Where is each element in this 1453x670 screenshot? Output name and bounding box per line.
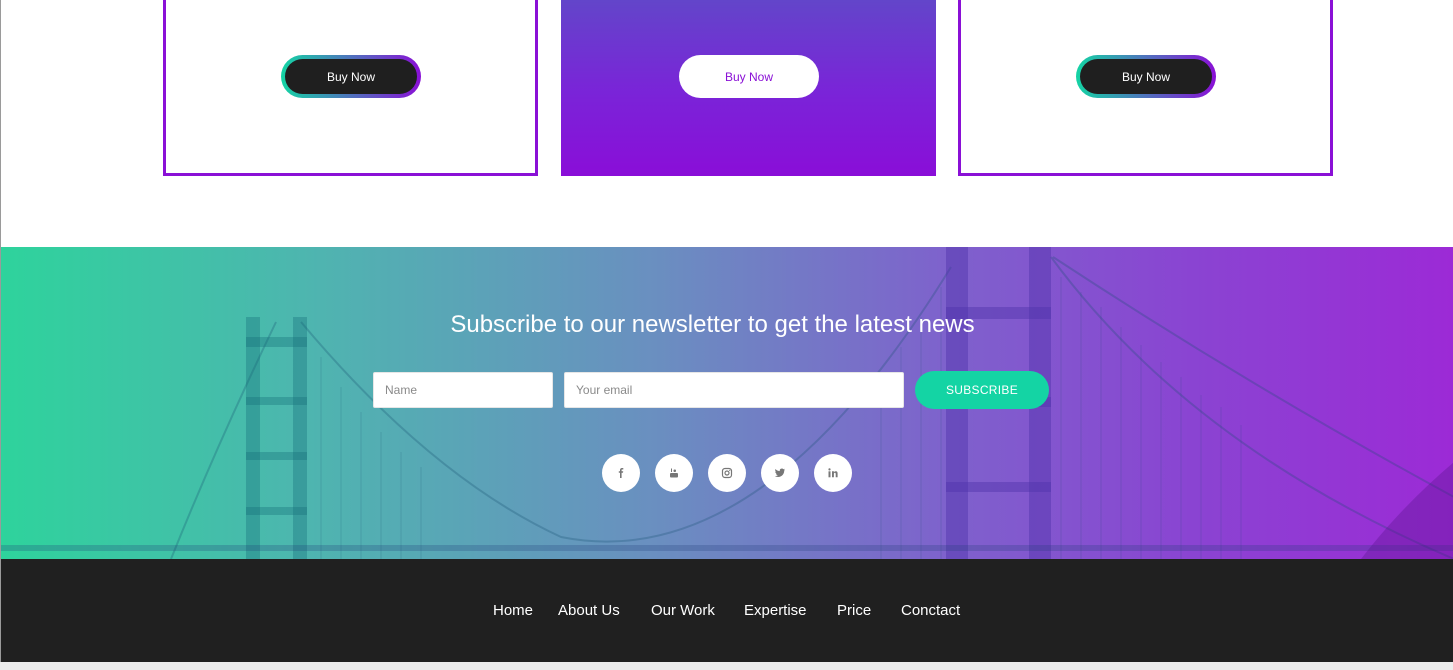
- page: Buy Now Buy Now Buy Now Subscribe to our…: [0, 0, 1453, 662]
- buy-now-button-1[interactable]: Buy Now: [285, 59, 417, 94]
- buy-now-button-3-border: Buy Now: [1076, 55, 1216, 98]
- pricing-card-1: Buy Now: [163, 0, 538, 176]
- pricing-section: Buy Now Buy Now Buy Now: [1, 0, 1453, 247]
- twitter-icon: [774, 468, 785, 477]
- newsletter-section: Subscribe to our newsletter to get the l…: [1, 247, 1453, 559]
- footer-link-our-work[interactable]: Our Work: [651, 602, 715, 619]
- facebook-icon: [618, 468, 624, 478]
- subscribe-button[interactable]: SUBSCRIBE: [915, 371, 1049, 409]
- name-input[interactable]: [373, 372, 553, 408]
- pricing-card-2-featured: Buy Now: [561, 0, 936, 176]
- linkedin-link[interactable]: [814, 454, 852, 492]
- linkedin-icon: [828, 468, 838, 478]
- twitter-link[interactable]: [761, 454, 799, 492]
- facebook-link[interactable]: [602, 454, 640, 492]
- email-input[interactable]: [564, 372, 904, 408]
- youtube-icon: [670, 468, 678, 478]
- buy-now-button-1-border: Buy Now: [281, 55, 421, 98]
- footer-link-price[interactable]: Price: [837, 602, 871, 619]
- youtube-link[interactable]: [655, 454, 693, 492]
- pricing-card-3: Buy Now: [958, 0, 1333, 176]
- buy-now-button-3[interactable]: Buy Now: [1080, 59, 1212, 94]
- footer-link-contact[interactable]: Conctact: [901, 602, 960, 619]
- newsletter-title: Subscribe to our newsletter to get the l…: [450, 311, 975, 338]
- footer-link-about-us[interactable]: About Us: [558, 602, 620, 619]
- buy-now-button-2[interactable]: Buy Now: [679, 55, 819, 98]
- instagram-icon: [721, 467, 733, 479]
- footer-link-home[interactable]: Home: [493, 602, 533, 619]
- footer-link-expertise[interactable]: Expertise: [744, 602, 807, 619]
- footer: Home About Us Our Work Expertise Price C…: [1, 559, 1453, 662]
- instagram-link[interactable]: [708, 454, 746, 492]
